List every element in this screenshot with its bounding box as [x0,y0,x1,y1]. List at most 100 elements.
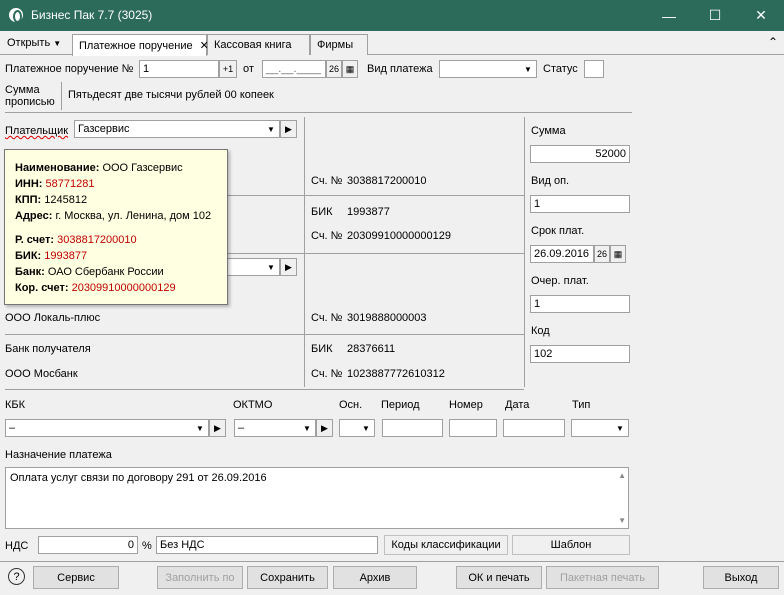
minimize-button[interactable]: — [646,0,692,31]
classification-codes-button[interactable]: Коды классификации [384,535,508,555]
period-field[interactable] [382,419,443,437]
divider [304,117,305,387]
purpose-textarea[interactable]: Оплата услуг связи по договору 291 от 26… [5,467,629,529]
tooltip-bik-value: 1993877 [44,250,88,262]
scroll-down-icon[interactable]: ▼ [618,516,626,525]
tooltip-corr-row: Кор. счет: 20309910000000129 [15,280,227,296]
operation-field[interactable]: 1 [530,195,630,213]
purpose-label: Назначение платежа [5,449,112,461]
tooltip-bik-label: БИК: [15,250,42,262]
divider [5,334,524,335]
open-menu[interactable]: Открыть ▼ [7,37,61,49]
save-button[interactable]: Сохранить [247,566,328,589]
order-date-field[interactable]: __.__.____ [262,60,326,78]
calendar-button[interactable]: 26 [326,60,342,78]
status-field[interactable] [584,60,604,78]
ok-print-button[interactable]: ОК и печать [456,566,542,589]
payer-label-text: Плательщик [5,125,69,137]
recipient-corr-label: Сч. № [311,368,343,380]
tab-payment-order[interactable]: Платежное поручение ✕ [72,34,209,56]
help-icon[interactable]: ? [8,568,25,585]
osn-select[interactable]: ▼ [339,419,375,437]
term-calendar-button[interactable]: 26 [594,245,610,263]
chevron-down-icon: ▼ [362,423,370,433]
vat-field[interactable]: 0 [38,536,138,554]
chevron-down-icon: ▼ [53,39,62,48]
maximize-button[interactable]: ☐ [692,0,738,31]
oktmo-open-button[interactable]: ▶ [316,419,333,437]
purpose-text: Оплата услуг связи по договору 291 от 26… [10,472,267,484]
service-button[interactable]: Сервис [33,566,119,589]
oktmo-select[interactable]: – ▼ [234,419,316,437]
type-select[interactable]: ▼ [571,419,629,437]
payment-type-select[interactable]: ▼ [439,60,537,78]
chevron-down-icon: ▼ [196,423,204,433]
code-label: Код [531,325,550,337]
recipient-open-button[interactable]: ▶ [280,258,297,276]
term-field[interactable]: 26.09.2016 [530,245,594,263]
exit-button[interactable]: Выход [703,566,779,589]
date-field[interactable] [503,419,565,437]
divider [0,561,784,562]
recipient-account-label: Сч. № [311,312,343,324]
tab-firms[interactable]: Фирмы [310,34,368,55]
tooltip-bik-row: БИК: 1993877 [15,248,227,264]
order-number-field[interactable]: 1 [139,60,219,78]
tooltip-address-label: Адрес: [15,210,53,222]
increment-button[interactable]: +1 [219,60,237,78]
fill-by-button[interactable]: Заполнить по [157,566,243,589]
payer-label: Плательщик [5,125,68,137]
app-logo-icon [9,8,23,23]
tooltip-spacer [15,224,227,232]
close-window-button[interactable]: ✕ [738,0,784,31]
vat-label: НДС [5,540,29,552]
payer-open-button[interactable]: ▶ [280,120,297,138]
payer-corr-label: Сч. № [311,230,343,242]
divider [61,82,62,110]
number-label: Номер [449,399,483,411]
payer-select[interactable]: Газсервис ▼ [74,120,280,138]
sum-field[interactable]: 52000 [530,145,630,163]
payer-bik-label: БИК [311,206,333,218]
recipient-bik-label: БИК [311,343,333,355]
calendar-grid-icon[interactable]: ▦ [342,60,358,78]
tooltip-name-row: Наименование: ООО Газсервис [15,160,227,176]
template-button[interactable]: Шаблон [512,535,630,555]
operation-label: Вид оп. [531,175,570,187]
tooltip-inn-row: ИНН: 58771281 [15,176,227,192]
tooltip-bank-label: Банк: [15,266,45,278]
kbk-open-button[interactable]: ▶ [209,419,226,437]
vat-percent-label: % [142,540,152,552]
tooltip-corr-value: 20309910000000129 [71,282,176,294]
kbk-value: – [9,422,16,434]
tooltip-name-label: Наименование: [15,162,100,174]
tooltip-inn-value: 58771281 [45,178,95,190]
queue-label: Очер. плат. [531,275,589,287]
number-field[interactable] [449,419,497,437]
queue-field[interactable]: 1 [530,295,630,313]
tooltip-name-value: ООО Газсервис [102,162,183,174]
sum-words-label: Сумма прописью [5,84,55,108]
date-label: Дата [505,399,530,411]
recipient-bik-value: 28376611 [347,343,396,355]
oktmo-label: ОКТМО [233,399,273,411]
tooltip-kpp-label: КПП: [15,194,42,206]
vat-text-field[interactable]: Без НДС [156,536,378,554]
kbk-select[interactable]: – ▼ [5,419,209,437]
period-label: Период [381,399,420,411]
calendar-grid-icon[interactable]: ▦ [610,245,626,263]
chevron-down-icon: ▼ [267,124,275,134]
tooltip-address-value: г. Москва, ул. Ленина, дом 102 [55,210,212,222]
tooltip-account-label: Р. счет: [15,234,55,246]
recipient-corr-value: 1023887772610312 [347,368,445,380]
batch-print-button[interactable]: Пакетная печать [546,566,659,589]
tab-cash-book[interactable]: Кассовая книга [207,34,310,55]
scroll-up-icon[interactable]: ▲ [618,471,626,480]
archive-button[interactable]: Архив [333,566,417,589]
payer-value: Газсервис [78,123,130,135]
code-field[interactable]: 102 [530,345,630,363]
divider [5,112,632,113]
collapse-icon[interactable]: ⌃ [768,35,778,49]
tooltip-bank-row: Банк: ОАО Сбербанк России [15,264,227,280]
sum-words-label-line2: прописью [5,96,55,108]
